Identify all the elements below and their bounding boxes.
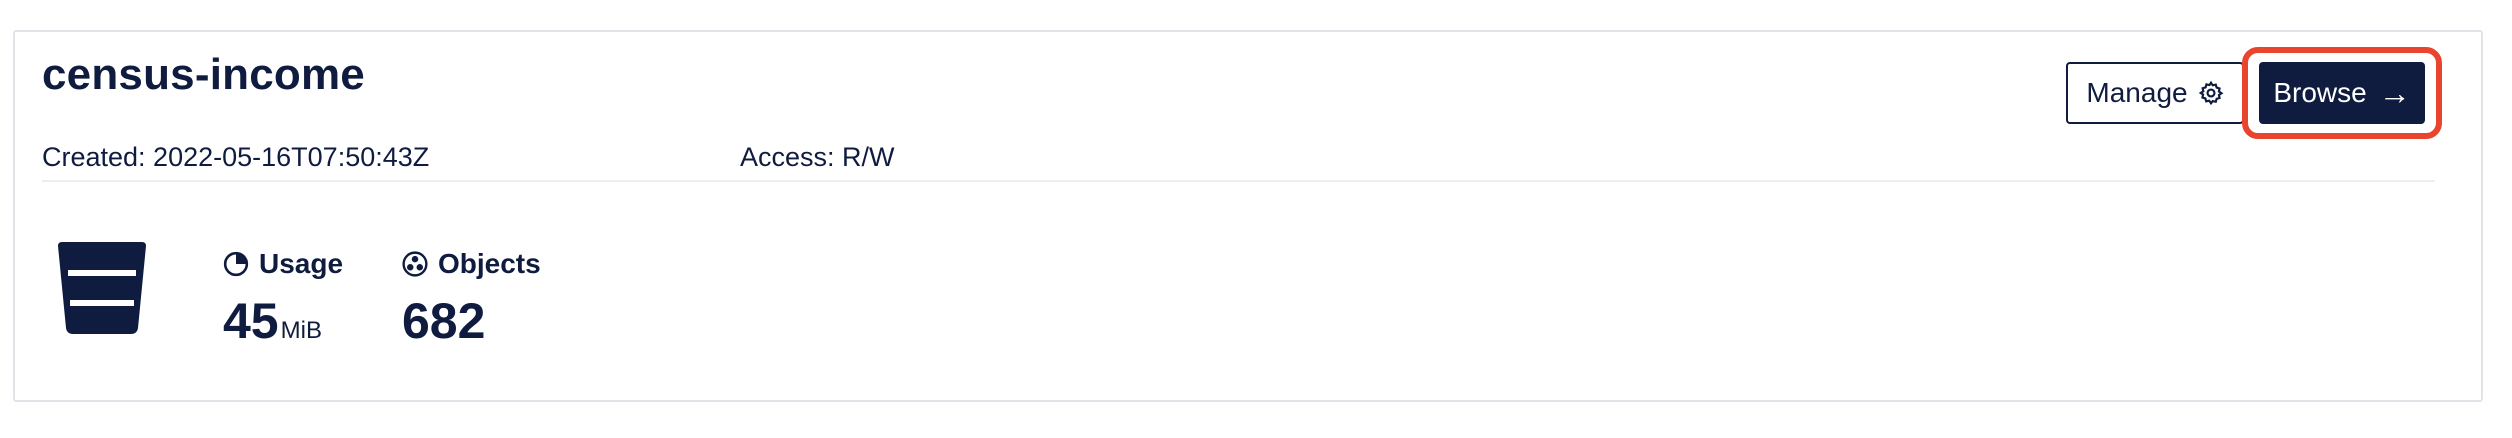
manage-button[interactable]: Manage [2066, 62, 2244, 124]
bucket-title: census-income [42, 50, 365, 99]
card-divider [42, 180, 2435, 182]
bucket-icon [58, 242, 146, 334]
gear-icon [2198, 80, 2224, 106]
objects-label: Objects [402, 248, 541, 280]
created-date: Created: 2022-05-16T07:50:43Z [42, 142, 430, 172]
pie-chart-icon [223, 251, 249, 277]
usage-label: Usage [223, 248, 343, 280]
objects-label-text: Objects [438, 248, 541, 279]
objects-value: 682 [402, 293, 486, 349]
browse-button-label: Browse [2273, 77, 2367, 108]
usage-number: 45 [223, 293, 279, 349]
usage-value: 45MiB [223, 292, 322, 350]
usage-unit: MiB [280, 317, 322, 344]
arrow-right-icon: → [2378, 74, 2411, 111]
usage-label-text: Usage [259, 248, 344, 279]
objects-icon [402, 251, 428, 277]
manage-button-label: Manage [2086, 77, 2188, 108]
browse-button[interactable]: Browse → [2259, 62, 2425, 124]
access-mode: Access: R/W [740, 142, 895, 172]
